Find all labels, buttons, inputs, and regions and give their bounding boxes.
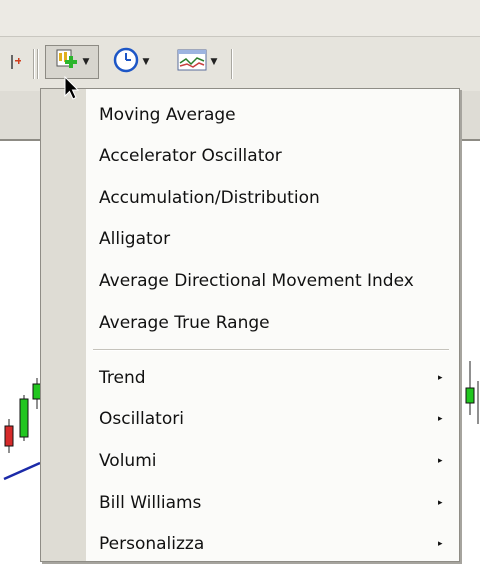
- candle-down: [4, 425, 14, 447]
- chevron-right-icon: ▸: [438, 373, 443, 383]
- chevron-down-icon[interactable]: ▼: [211, 57, 218, 67]
- chevron-right-icon: ▸: [438, 414, 443, 424]
- submenu-trend[interactable]: Trend: [99, 358, 146, 398]
- chevron-right-icon: ▸: [438, 498, 443, 508]
- menu-item-label: Personalizza: [99, 534, 205, 554]
- candle-up: [465, 387, 475, 404]
- templates-button[interactable]: ▼: [168, 45, 226, 79]
- menu-item-average-true-range[interactable]: Average True Range: [99, 303, 270, 343]
- chevron-right-icon: ▸: [438, 539, 443, 549]
- menu-item-label: Accumulation/Distribution: [99, 188, 320, 208]
- add-indicator-button[interactable]: ▼: [45, 45, 99, 79]
- menu-item-label: Average Directional Movement Index: [99, 271, 414, 291]
- candle-up: [19, 398, 29, 438]
- chart-template-icon: [177, 49, 207, 75]
- menu-item-label: Oscillatori: [99, 409, 184, 429]
- title-area: [0, 0, 480, 36]
- submenu-bill-williams[interactable]: Bill Williams: [99, 483, 201, 523]
- menu-separator: [93, 349, 449, 351]
- submenu-volumi[interactable]: Volumi: [99, 441, 157, 481]
- left-tool-icon[interactable]: [2, 45, 26, 79]
- menu-item-label: Average True Range: [99, 313, 270, 333]
- chevron-right-icon: ▸: [438, 456, 443, 466]
- menu-item-average-directional-movement-index[interactable]: Average Directional Movement Index: [99, 261, 414, 301]
- toolbar-separator: [37, 49, 38, 79]
- indicators-menu: Moving Average Accelerator Oscillator Ac…: [40, 88, 460, 562]
- menu-item-accumulation-distribution[interactable]: Accumulation/Distribution: [99, 178, 320, 218]
- menu-item-label: Trend: [99, 368, 146, 388]
- menu-gutter: [41, 89, 86, 561]
- submenu-oscillatori[interactable]: Oscillatori: [99, 399, 184, 439]
- menu-item-moving-average[interactable]: Moving Average: [99, 95, 236, 135]
- menu-item-label: Alligator: [99, 229, 171, 249]
- chevron-down-icon[interactable]: ▼: [83, 57, 90, 67]
- menu-item-label: Accelerator Oscillator: [99, 146, 282, 166]
- menu-item-accelerator-oscillator[interactable]: Accelerator Oscillator: [99, 136, 282, 176]
- clock-icon: [113, 47, 139, 77]
- toolbar-separator: [33, 49, 34, 79]
- menu-item-label: Moving Average: [99, 105, 236, 125]
- mouse-pointer-icon: [64, 75, 80, 106]
- trend-line: [3, 461, 41, 481]
- menu-item-label: Bill Williams: [99, 493, 202, 513]
- chevron-down-icon[interactable]: ▼: [143, 57, 150, 67]
- submenu-personalizza[interactable]: Personalizza: [99, 524, 204, 564]
- toolbar-separator: [231, 49, 232, 79]
- menu-item-alligator[interactable]: Alligator: [99, 219, 170, 259]
- indicator-plus-icon: [55, 48, 79, 76]
- menu-item-label: Volumi: [99, 451, 157, 471]
- period-button[interactable]: ▼: [106, 45, 156, 79]
